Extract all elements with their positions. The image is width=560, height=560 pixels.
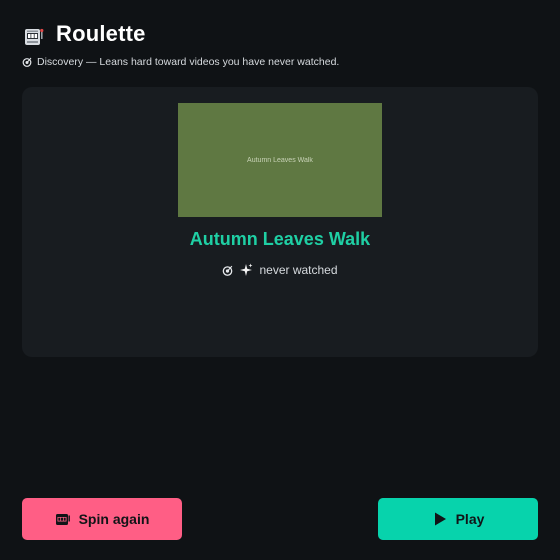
slot-machine-icon [55, 514, 70, 525]
play-label: Play [455, 511, 485, 527]
page-title: Roulette [56, 21, 146, 46]
status-text: never watched [259, 263, 338, 277]
dart-target-icon [22, 57, 32, 67]
spin-again-button[interactable]: Spin again [22, 498, 182, 540]
dart-target-icon [223, 265, 233, 276]
slot-machine-icon [25, 28, 44, 45]
thumbnail-caption: Autumn Leaves Walk [247, 156, 313, 164]
play-icon [434, 512, 446, 526]
sparkles-icon [240, 263, 253, 276]
video-title: Autumn Leaves Walk [189, 229, 371, 249]
page-header: Roulette [22, 20, 146, 48]
mode-text: Discovery — Leans hard toward videos you… [37, 56, 340, 68]
video-thumbnail[interactable]: Autumn Leaves Walk [178, 103, 382, 217]
roulette-screen: Roulette Discovery — Leans hard toward v… [0, 0, 560, 560]
video-card: Autumn Leaves Walk Autumn Leaves Walk ne… [22, 87, 538, 357]
video-status: never watched [22, 263, 538, 277]
mode-description: Discovery — Leans hard toward videos you… [22, 56, 339, 68]
spin-again-label: Spin again [78, 511, 150, 527]
play-button[interactable]: Play [378, 498, 538, 540]
